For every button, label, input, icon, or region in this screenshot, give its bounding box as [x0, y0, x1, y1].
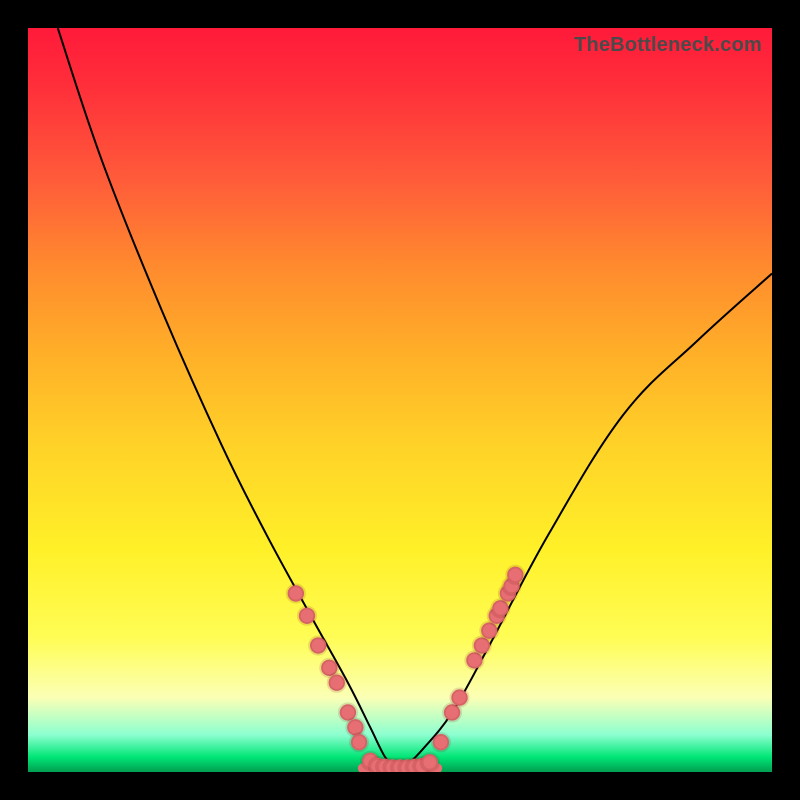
chart-plot-area: TheBottleneck.com [28, 28, 772, 772]
data-point [329, 675, 345, 691]
data-point [451, 689, 467, 705]
curve-left-path [58, 28, 397, 768]
dots-group [288, 567, 524, 772]
data-point [310, 637, 326, 653]
data-point [288, 585, 304, 601]
chart-svg [28, 28, 772, 772]
data-point [507, 567, 523, 583]
data-point [299, 608, 315, 624]
chart-frame: TheBottleneck.com [0, 0, 800, 800]
data-point [351, 734, 367, 750]
data-point [433, 734, 449, 750]
data-point [422, 754, 438, 770]
